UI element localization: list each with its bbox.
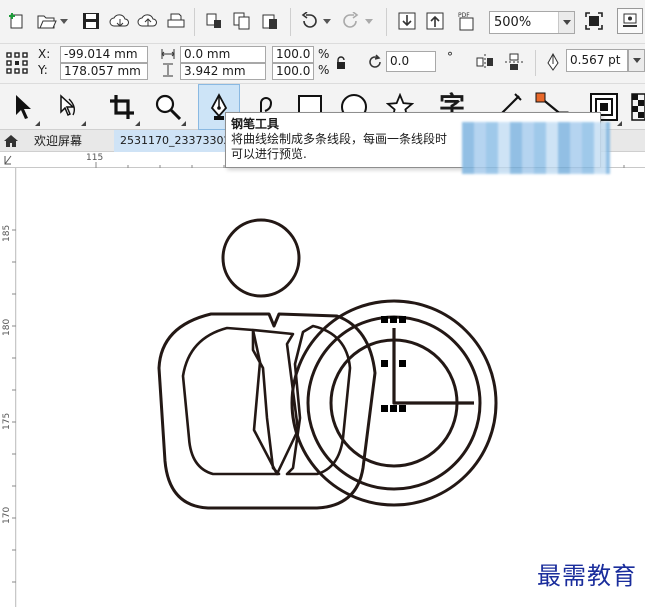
new-document-icon[interactable] [6,10,28,32]
publish-pdf-icon[interactable]: PDF [453,10,479,32]
drawing-canvas[interactable] [17,168,645,607]
flyout-indicator [181,121,186,126]
separator [386,8,387,36]
scale-y-unit: % [318,63,330,77]
flyout-indicator [81,121,86,126]
pick-tool[interactable] [0,84,44,130]
ruler-label-180: 180 [2,318,12,336]
node-handle[interactable] [390,316,397,323]
scale-y-field[interactable]: 100.0 [272,63,314,80]
zoom-level-select[interactable]: 500% [489,11,575,34]
transparency-tool[interactable] [628,84,645,130]
separator [535,50,536,76]
import-icon[interactable] [396,10,418,32]
reference-point-icon[interactable] [5,51,29,75]
chevron-down-icon[interactable] [558,12,574,33]
application-launcher-icon[interactable] [617,8,643,34]
home-icon[interactable] [0,130,22,152]
rotate-icon [366,53,384,71]
mirror-horizontal-icon[interactable] [474,52,496,72]
node-handle[interactable] [381,316,388,323]
ruler-label-185: 185 [2,224,12,242]
shape-tool[interactable] [46,84,90,130]
x-position-field[interactable]: -99.014 mm [60,46,148,63]
node-handle[interactable] [381,360,388,367]
object-height-field[interactable]: 3.942 mm [180,63,266,80]
chevron-down-icon[interactable] [321,14,333,28]
lock-ratio-icon[interactable] [334,54,348,70]
separator [194,8,195,36]
save-icon[interactable] [80,10,102,32]
cloud-upload-icon[interactable] [136,10,160,32]
rotation-unit: ° [447,50,453,64]
flyout-indicator [617,121,622,126]
chevron-down-icon[interactable] [363,14,375,28]
cut-icon[interactable] [203,10,225,32]
standard-toolbar: PDF 500% [0,0,645,44]
rotation-angle-field[interactable]: 0.0 [386,51,436,72]
ruler-origin-icon[interactable] [3,154,13,166]
mirror-vertical-icon[interactable] [503,52,525,72]
watermark-text: 最需教育 [537,562,637,590]
zoom-level-value: 500% [494,15,532,30]
y-label: Y: [38,63,48,77]
node-handle[interactable] [399,316,406,323]
object-width-field[interactable]: 0.0 mm [180,46,266,63]
crop-tool[interactable] [100,84,144,130]
paste-icon[interactable] [259,10,281,32]
vertical-ruler: 185 180 175 170 [0,168,16,607]
full-screen-icon[interactable] [583,10,605,32]
person-body-inner-right-shape[interactable] [285,324,352,476]
artwork [157,218,498,510]
open-folder-icon[interactable] [36,10,58,32]
scale-x-unit: % [318,47,330,61]
tab-welcome-screen[interactable]: 欢迎屏幕 [22,130,114,152]
width-icon [160,47,176,61]
person-head-shape[interactable] [221,218,301,298]
pdf-label: PDF [458,12,470,19]
scale-x-field[interactable]: 100.0 [272,46,314,63]
y-position-field[interactable]: 178.057 mm [60,63,148,80]
cloud-download-icon[interactable] [108,10,132,32]
chevron-down-icon[interactable] [58,14,70,28]
separator [290,8,291,36]
outline-pen-icon [544,52,562,72]
export-icon[interactable] [424,10,446,32]
flyout-indicator [35,121,40,126]
redacted-area [462,122,610,174]
height-icon [160,63,176,77]
ruler-label-175: 175 [2,412,12,430]
print-icon[interactable] [165,10,187,32]
node-handle[interactable] [399,405,406,412]
node-handle[interactable] [399,360,406,367]
node-handle[interactable] [390,405,397,412]
property-bar: X: Y: -99.014 mm 178.057 mm 0.0 mm 3.942… [0,44,645,84]
zoom-tool[interactable] [146,84,190,130]
chevron-down-icon[interactable] [628,49,645,72]
flyout-indicator [135,121,140,126]
node-handle[interactable] [381,405,388,412]
ruler-label-170: 170 [2,506,12,524]
ruler-label-115: 115 [86,153,104,163]
undo-icon[interactable] [298,10,320,32]
x-label: X: [38,47,51,61]
redo-icon[interactable] [340,10,362,32]
copy-icon[interactable] [231,10,253,32]
outline-width-field[interactable]: 0.567 pt [566,49,628,72]
